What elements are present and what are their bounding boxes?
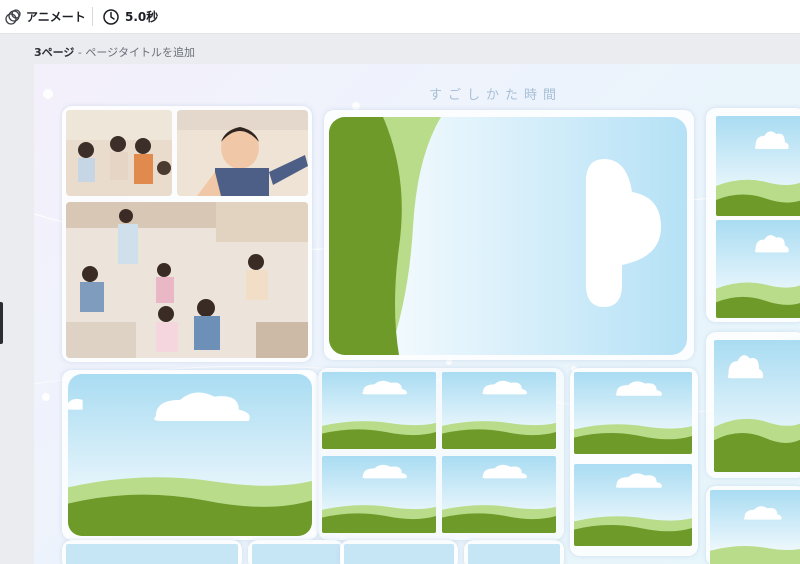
landscape-placeholder-icon [716, 220, 800, 318]
animate-button[interactable]: アニメート [4, 0, 86, 33]
bottom-row-card[interactable] [248, 540, 344, 564]
photo-image [66, 202, 308, 358]
landscape-placeholder-icon [714, 340, 800, 472]
photo-collage-card[interactable] [62, 106, 312, 362]
feature-frame-card[interactable] [324, 110, 694, 360]
landscape-placeholder-icon [574, 372, 692, 454]
right-column-card[interactable] [706, 108, 800, 322]
design-canvas[interactable]: すごしかた時間 [34, 64, 800, 564]
bottom-row-card[interactable] [62, 540, 242, 564]
photo-image [177, 110, 308, 196]
placeholder-image[interactable] [710, 490, 800, 564]
top-toolbar: アニメート 5.0秒 [0, 0, 800, 34]
placeholder-image[interactable] [252, 544, 340, 564]
small-grid-card[interactable] [318, 368, 564, 540]
placeholder-image[interactable] [322, 372, 436, 449]
clock-icon [102, 8, 120, 26]
placeholder-image[interactable] [574, 372, 692, 454]
placeholder-image[interactable] [716, 220, 800, 318]
duration-button[interactable]: 5.0秒 [102, 0, 158, 33]
landscape-placeholder-icon [574, 464, 692, 546]
landscape-placeholder-icon [329, 117, 687, 355]
photo-image [66, 110, 172, 196]
placeholder-image[interactable] [66, 544, 238, 564]
feature-placeholder-image[interactable] [329, 117, 687, 355]
page-number: 3ページ [34, 46, 75, 59]
placeholder-image[interactable] [344, 544, 454, 564]
landscape-placeholder-icon [68, 374, 312, 536]
page-title-input[interactable]: ページタイトルを追加 [85, 46, 195, 59]
page-separator: - [74, 46, 86, 59]
canvas-title[interactable]: すごしかた時間 [429, 84, 562, 103]
bottom-row-card[interactable] [340, 540, 458, 564]
photo-smiling-child[interactable] [177, 110, 308, 196]
placeholder-image[interactable] [442, 456, 556, 533]
placeholder-image[interactable] [468, 544, 560, 564]
duration-label: 5.0秒 [125, 10, 159, 24]
placeholder-image[interactable] [442, 372, 556, 449]
photo-kids-top-left[interactable] [66, 110, 172, 196]
large-frame-card[interactable] [62, 370, 318, 540]
placeholder-image[interactable] [68, 374, 312, 536]
placeholder-image[interactable] [574, 464, 692, 546]
placeholder-image[interactable] [716, 116, 800, 216]
toolbar-divider [92, 7, 93, 26]
placeholder-image[interactable] [714, 340, 800, 472]
placeholder-image[interactable] [322, 456, 436, 533]
middle-right-card[interactable] [570, 368, 698, 556]
side-panel-handle[interactable] [0, 302, 3, 344]
landscape-placeholder-icon [710, 490, 800, 564]
page-header: 3ページ - ページタイトルを追加 [34, 44, 195, 60]
landscape-placeholder-icon [716, 116, 800, 216]
landscape-placeholder-icon [322, 372, 436, 449]
landscape-placeholder-icon [322, 456, 436, 533]
animation-icon [4, 8, 22, 26]
right-lower-card[interactable] [706, 332, 800, 478]
bottom-row-card[interactable] [464, 540, 564, 564]
right-bottom-card[interactable] [706, 486, 800, 564]
landscape-placeholder-icon [442, 456, 556, 533]
animate-label: アニメート [26, 10, 86, 24]
landscape-placeholder-icon [442, 372, 556, 449]
photo-kids-playing[interactable] [66, 202, 308, 358]
